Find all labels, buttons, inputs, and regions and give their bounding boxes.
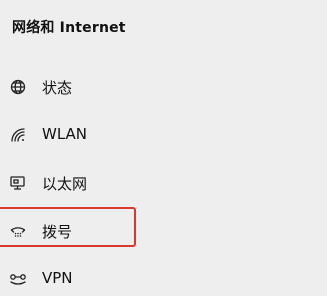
nav-item-wlan[interactable]: WLAN: [0, 118, 327, 152]
wifi-icon: [9, 126, 27, 144]
section-title: 网络和 Internet: [12, 20, 126, 36]
ethernet-icon: [9, 174, 27, 192]
nav-item-ethernet[interactable]: 以太网: [0, 166, 327, 200]
nav-item-label: 以太网: [42, 175, 88, 193]
globe-icon: [9, 78, 27, 96]
nav-item-status[interactable]: 状态: [0, 70, 327, 104]
nav-item-label: WLAN: [42, 125, 88, 143]
highlight-annotation: [0, 207, 136, 247]
vpn-icon: [9, 270, 27, 288]
nav-item-vpn[interactable]: VPN: [0, 262, 327, 296]
settings-nav-panel: 网络和 Internet 状态 WLAN 以太网 拨号 VPN: [0, 0, 327, 289]
nav-item-label: VPN: [42, 269, 73, 287]
nav-item-label: 状态: [42, 79, 73, 97]
